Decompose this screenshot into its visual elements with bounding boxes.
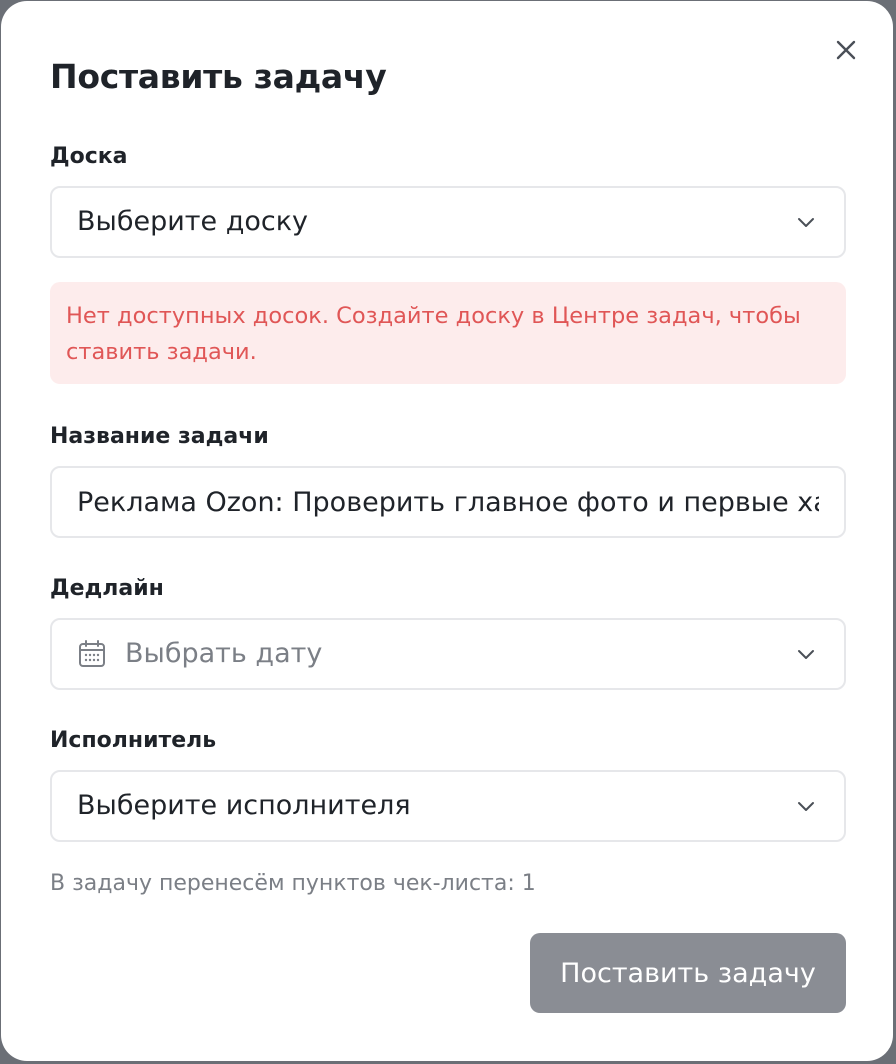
assignee-select-value: Выберите исполнителя [77,790,411,821]
no-boards-error: Нет доступных досок. Создайте доску в Це… [50,282,846,384]
chevron-down-icon [798,218,814,227]
board-select[interactable]: Выберите доску [50,186,846,258]
board-select-value: Выберите доску [77,206,309,237]
task-modal: Поставить задачу Доска Выберите доску Не… [1,1,893,1061]
deadline-picker[interactable]: Выбрать дату [50,618,846,690]
close-icon [836,40,856,60]
modal-title: Поставить задачу [50,57,387,96]
calendar-icon [79,640,105,667]
board-label: Доска [50,144,128,169]
close-button[interactable] [831,35,861,65]
chevron-down-icon [798,802,814,811]
task-name-label: Название задачи [50,424,269,449]
assignee-select[interactable]: Выберите исполнителя [50,770,846,842]
deadline-label: Дедлайн [50,576,164,601]
assignee-label: Исполнитель [50,728,217,753]
chevron-down-icon [798,650,814,659]
checklist-hint: В задачу перенесём пунктов чек-листа: 1 [50,871,536,896]
task-name-input[interactable] [50,466,846,538]
deadline-placeholder: Выбрать дату [125,638,323,669]
submit-task-button[interactable]: Поставить задачу [530,933,846,1013]
